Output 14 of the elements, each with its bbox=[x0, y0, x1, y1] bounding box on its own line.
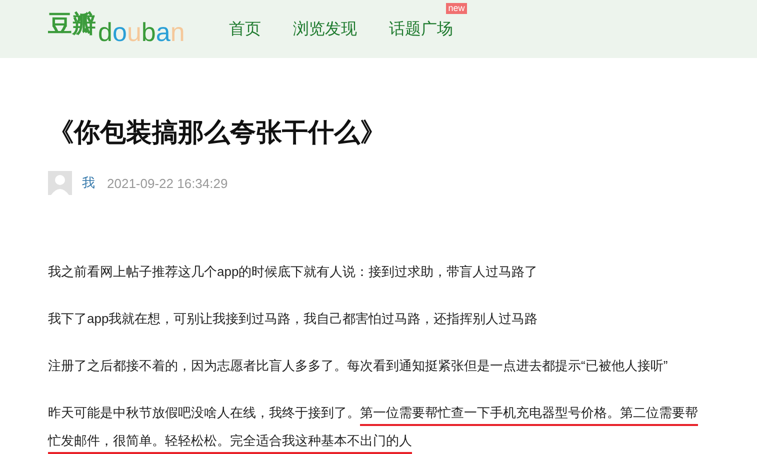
paragraph: 我下了app我就在想，可别让我接到过马路，我自己都害怕过马路，还指挥别人过马路 bbox=[48, 310, 539, 328]
nav-link[interactable]: 话题广场 bbox=[388, 20, 453, 38]
post-time: 2021-09-22 16:34:29 bbox=[107, 176, 228, 190]
article-title: 《你包装搞那么夸张干什么》 bbox=[48, 116, 387, 148]
avatar-icon[interactable] bbox=[48, 171, 72, 195]
paragraph: 昨天可能是中秋节放假吧没啥人在线，我终于接到了。第一位需要帮忙查一下手机充电器型号价格。第二位需要帮忙发邮件，很简单。轻轻松松。完全适合我这种基本不出门的人 bbox=[48, 399, 709, 454]
nav-link[interactable]: 浏览发现 bbox=[292, 20, 357, 38]
paragraph: 注册了之后都接不着的，因为志愿者比盲人多多了。每次看到通知挺紧张但是一点进去都提示“已被他人接听” bbox=[48, 357, 669, 375]
logo[interactable]: 豆瓣 bbox=[48, 8, 96, 40]
nav-link[interactable]: 首页 bbox=[228, 20, 261, 38]
logo-wordmark[interactable]: douban bbox=[98, 16, 185, 48]
paragraph: 我之前看网上帖子推荐这几个app的时候底下就有人说：接到过求助，带盲人过马路了 bbox=[48, 263, 539, 281]
author-link[interactable]: 我 bbox=[82, 174, 95, 192]
new-badge: new bbox=[446, 2, 467, 14]
